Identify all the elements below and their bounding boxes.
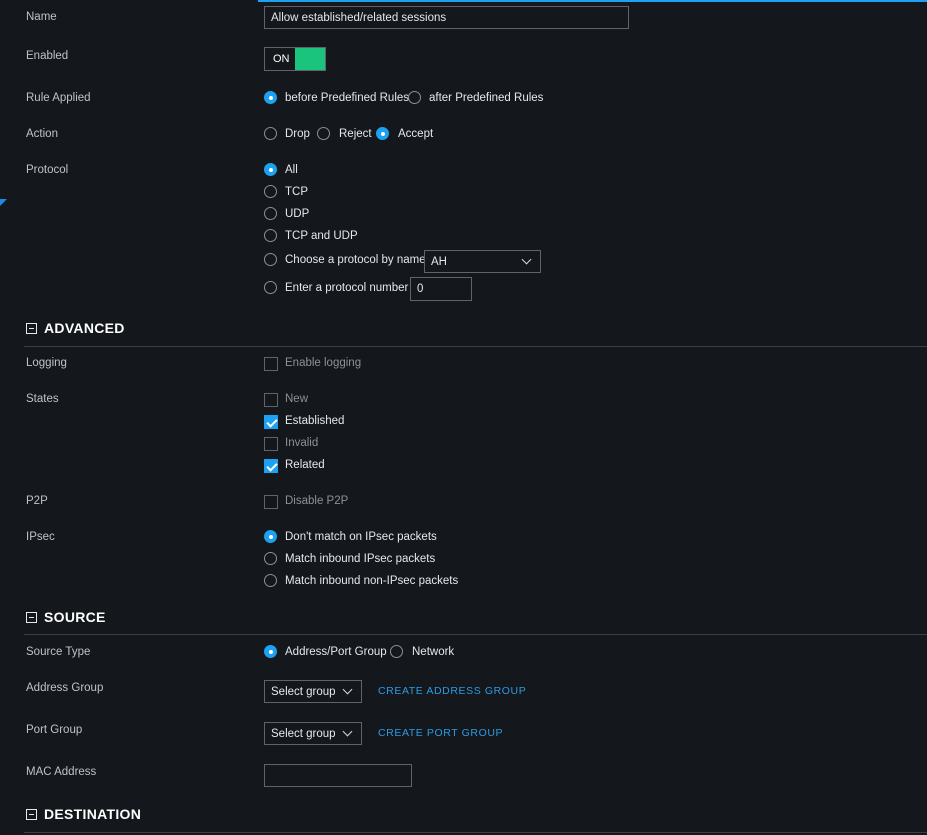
toggle-knob: [295, 48, 325, 70]
state-invalid-label: Invalid: [285, 437, 319, 449]
address-group-select-value: Select group: [271, 685, 336, 698]
radio-protocol-by-name-label: Choose a protocol by name: [285, 254, 426, 266]
radio-protocol-tcp-label: TCP: [285, 186, 308, 198]
ipsec-label: IPsec: [26, 531, 55, 543]
source-divider: [24, 634, 927, 635]
address-group-label: Address Group: [26, 682, 104, 694]
radio-after-predefined[interactable]: [408, 91, 421, 104]
chevron-down-icon: [342, 726, 353, 737]
state-established-label: Established: [285, 415, 345, 427]
rule-applied-label: Rule Applied: [26, 92, 91, 104]
state-new-checkbox[interactable]: [264, 393, 278, 407]
state-related-checkbox[interactable]: [264, 459, 278, 473]
advanced-section-title: ADVANCED: [44, 320, 125, 336]
logging-label: Logging: [26, 357, 67, 369]
radio-ipsec-inbound-non-label: Match inbound non-IPsec packets: [285, 575, 459, 587]
radio-protocol-tcp-udp-label: TCP and UDP: [285, 230, 358, 242]
port-group-label: Port Group: [26, 724, 83, 736]
name-input[interactable]: [264, 6, 629, 29]
state-invalid-checkbox[interactable]: [264, 437, 278, 451]
radio-protocol-all[interactable]: [264, 163, 277, 176]
radio-before-predefined[interactable]: [264, 91, 277, 104]
left-edge-marker: [0, 199, 7, 206]
radio-action-accept-label: Accept: [398, 128, 434, 140]
p2p-label: P2P: [26, 495, 48, 507]
enable-logging-checkbox[interactable]: [264, 357, 278, 371]
state-new-label: New: [285, 393, 309, 405]
collapse-icon: [26, 611, 37, 623]
radio-action-drop[interactable]: [264, 127, 277, 140]
source-type-label: Source Type: [26, 646, 91, 658]
top-accent-line: [258, 0, 927, 2]
action-label: Action: [26, 128, 58, 140]
disable-p2p-label: Disable P2P: [285, 495, 349, 507]
radio-ipsec-inbound-label: Match inbound IPsec packets: [285, 553, 436, 565]
radio-action-drop-label: Drop: [285, 128, 310, 140]
collapse-icon: [26, 808, 37, 820]
create-port-group-link[interactable]: CREATE PORT GROUP: [378, 727, 503, 739]
state-related-label: Related: [285, 459, 325, 471]
radio-protocol-tcp-udp[interactable]: [264, 229, 277, 242]
state-established-checkbox[interactable]: [264, 415, 278, 429]
states-label: States: [26, 393, 59, 405]
toggle-state-label: ON: [273, 53, 290, 65]
radio-source-network[interactable]: [390, 645, 403, 658]
radio-protocol-by-name[interactable]: [264, 253, 277, 266]
advanced-section-header[interactable]: ADVANCED: [26, 320, 125, 336]
chevron-down-icon: [521, 254, 532, 265]
address-group-select[interactable]: Select group: [264, 680, 362, 703]
radio-source-network-label: Network: [412, 646, 455, 658]
enabled-toggle[interactable]: ON: [264, 47, 326, 71]
radio-action-reject-label: Reject: [339, 128, 372, 140]
radio-protocol-udp[interactable]: [264, 207, 277, 220]
mac-address-label: MAC Address: [26, 766, 97, 778]
radio-action-accept[interactable]: [376, 127, 389, 140]
create-address-group-link[interactable]: CREATE ADDRESS GROUP: [378, 685, 526, 697]
destination-section-title: DESTINATION: [44, 806, 142, 822]
radio-ipsec-inbound[interactable]: [264, 552, 277, 565]
enabled-label: Enabled: [26, 50, 69, 62]
collapse-icon: [26, 322, 37, 334]
radio-after-predefined-label: after Predefined Rules: [429, 92, 544, 104]
port-group-select[interactable]: Select group: [264, 722, 362, 745]
advanced-divider: [24, 346, 927, 347]
disable-p2p-checkbox[interactable]: [264, 495, 278, 509]
radio-source-address-port-group[interactable]: [264, 645, 277, 658]
mac-address-input[interactable]: [264, 764, 412, 787]
source-section-title: SOURCE: [44, 609, 106, 625]
radio-action-reject[interactable]: [317, 127, 330, 140]
protocol-name-select[interactable]: AH: [424, 250, 541, 273]
protocol-name-value: AH: [431, 255, 447, 268]
radio-protocol-all-label: All: [285, 164, 298, 176]
destination-section-header[interactable]: DESTINATION: [26, 806, 141, 822]
radio-protocol-tcp[interactable]: [264, 185, 277, 198]
chevron-down-icon: [342, 684, 353, 695]
radio-before-predefined-label: before Predefined Rules: [285, 92, 410, 104]
radio-protocol-by-number[interactable]: [264, 281, 277, 294]
radio-protocol-udp-label: UDP: [285, 208, 310, 220]
radio-source-address-port-group-label: Address/Port Group: [285, 646, 387, 658]
radio-ipsec-inbound-non[interactable]: [264, 574, 277, 587]
destination-divider: [24, 832, 927, 833]
protocol-number-input[interactable]: [410, 277, 472, 301]
name-label: Name: [26, 11, 57, 23]
port-group-select-value: Select group: [271, 727, 336, 740]
enable-logging-label: Enable logging: [285, 357, 362, 369]
radio-ipsec-dont-match-label: Don't match on IPsec packets: [285, 531, 437, 543]
radio-ipsec-dont-match[interactable]: [264, 530, 277, 543]
protocol-label: Protocol: [26, 164, 69, 176]
source-section-header[interactable]: SOURCE: [26, 609, 106, 625]
radio-protocol-by-number-label: Enter a protocol number: [285, 282, 409, 294]
